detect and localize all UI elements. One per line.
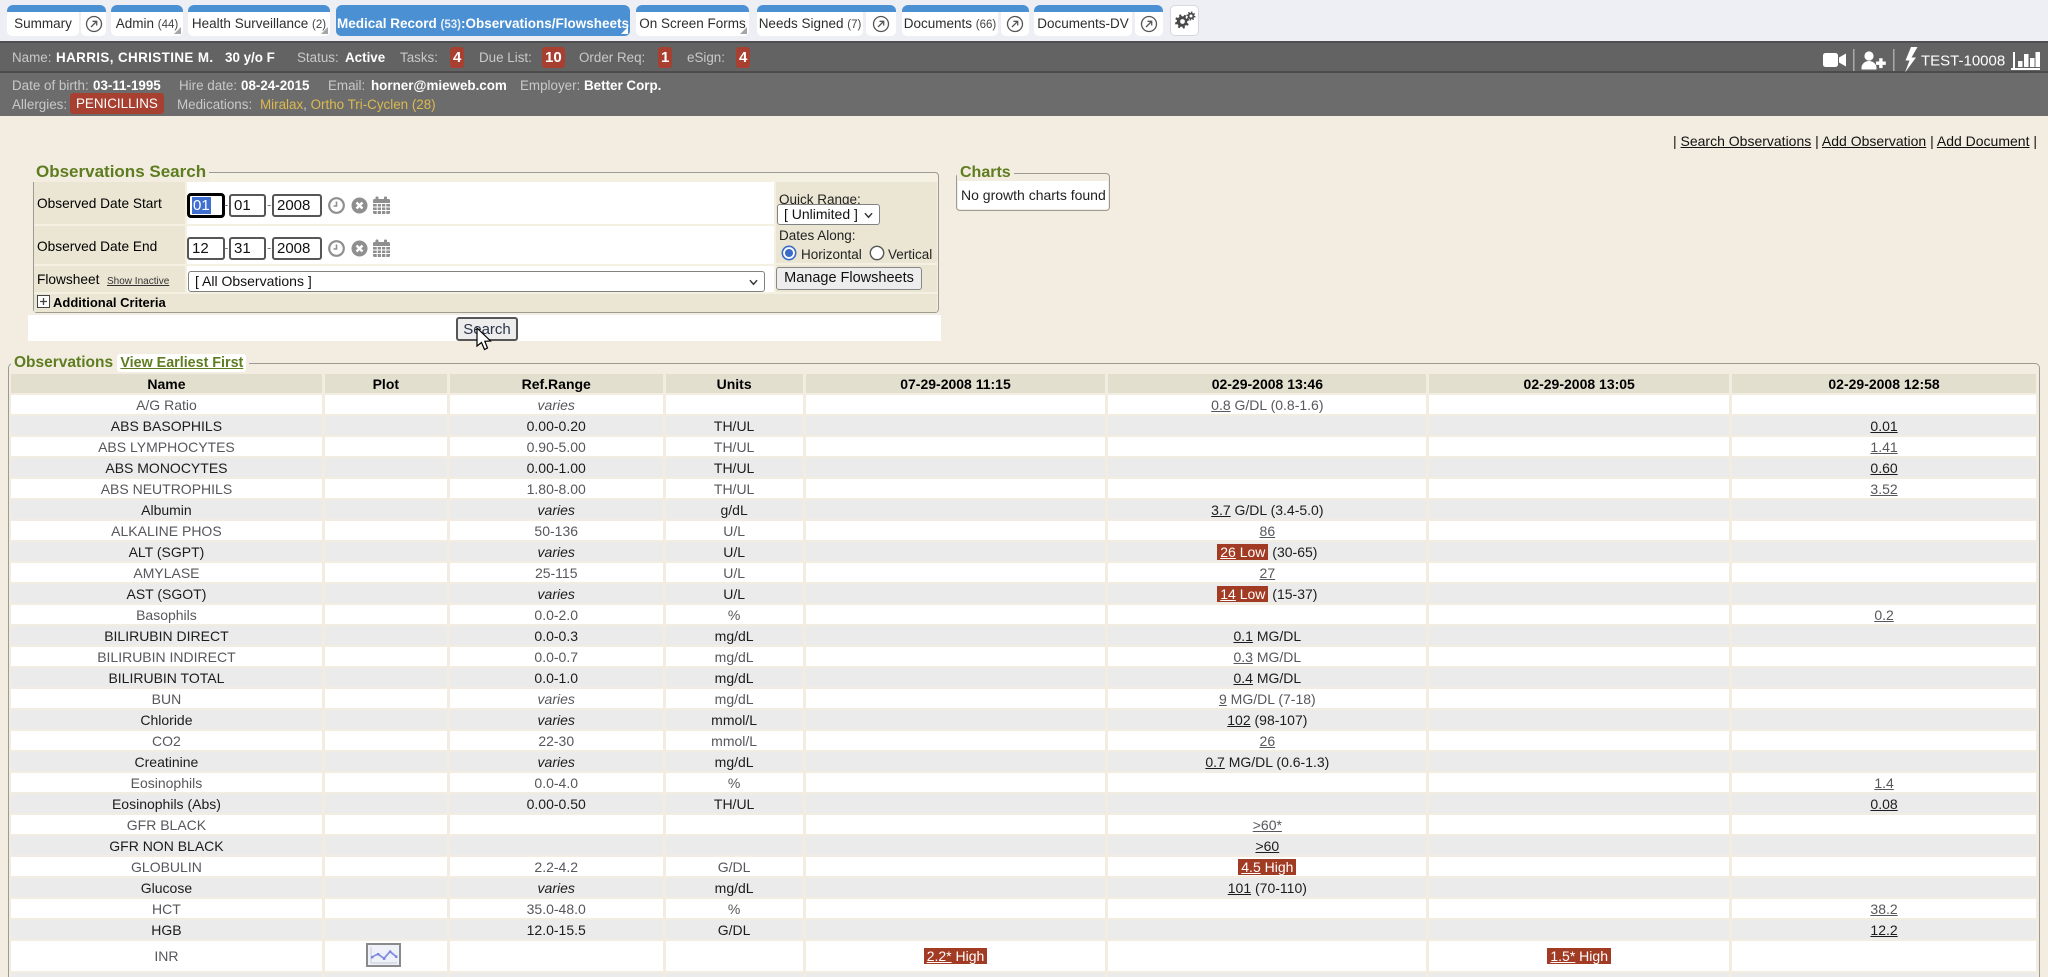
svg-text:TEST-10008: TEST-10008 — [1921, 53, 2005, 70]
